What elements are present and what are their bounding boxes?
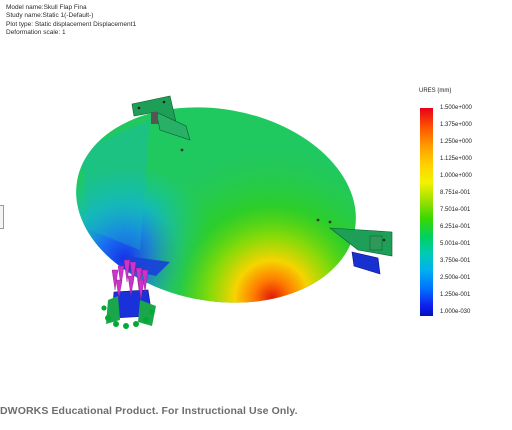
legend-tick-label: 1.500e+000 (440, 105, 472, 111)
legend-tick-label: 6.251e-001 (440, 224, 471, 230)
model-viewport[interactable] (0, 0, 512, 430)
legend-tick-label: 1.250e+000 (440, 139, 472, 145)
legend-tick-label: 1.000e-030 (440, 309, 471, 315)
legend-tick-label: 8.751e-001 (440, 190, 471, 196)
bottom-left-bracket (101, 256, 170, 329)
legend-title: URES (mm) (419, 88, 452, 94)
legend-tick-label: 1.125e+000 (440, 156, 472, 162)
legend-tick-label: 5.001e-001 (440, 241, 471, 247)
educational-watermark: DWORKS Educational Product. For Instruct… (0, 405, 298, 417)
deformed-plate (60, 100, 372, 320)
legend-tick-label: 3.750e-001 (440, 258, 471, 264)
legend-tick-label: 1.375e+000 (440, 122, 472, 128)
legend-tick-label: 2.500e-001 (440, 275, 471, 281)
color-scale-bar (420, 108, 433, 316)
legend-tick-label: 1.000e+000 (440, 173, 472, 179)
legend-tick-label: 1.250e-001 (440, 292, 471, 298)
legend-tick-label: 7.501e-001 (440, 207, 471, 213)
